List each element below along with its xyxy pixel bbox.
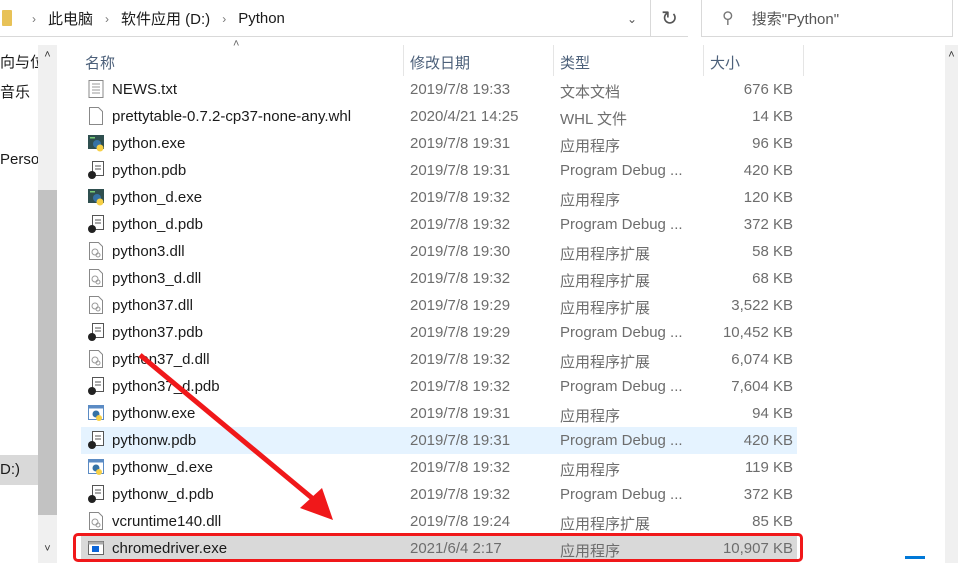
- file-list-scrollbar[interactable]: ˄: [905, 45, 958, 563]
- red-arrow-annotation: [138, 353, 333, 520]
- scroll-up-icon[interactable]: ˄: [945, 49, 958, 61]
